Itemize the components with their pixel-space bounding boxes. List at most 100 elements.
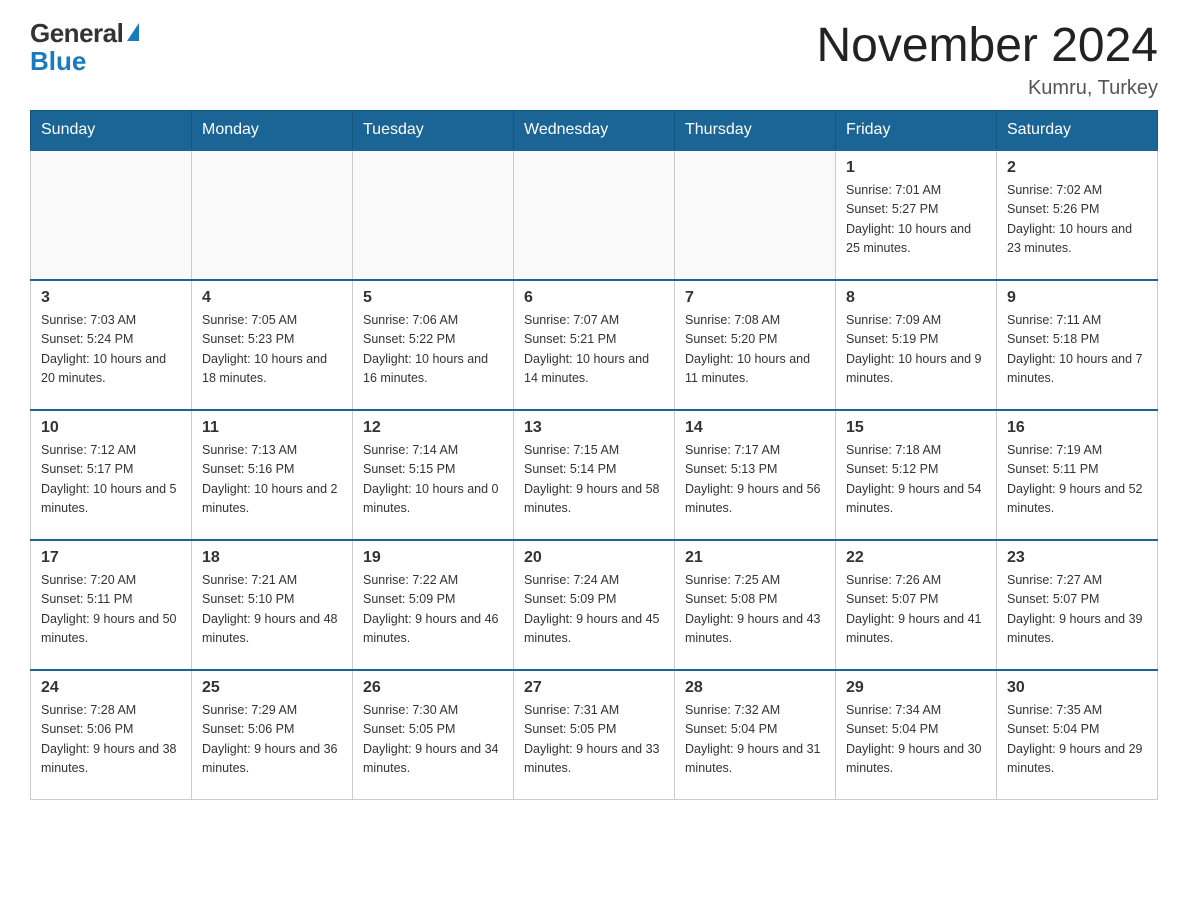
day-number: 23 [1007,549,1147,567]
day-number: 7 [685,289,825,307]
day-info: Sunrise: 7:26 AM Sunset: 5:07 PM Dayligh… [846,571,986,649]
day-number: 3 [41,289,181,307]
calendar-cell: 24Sunrise: 7:28 AM Sunset: 5:06 PM Dayli… [31,670,192,800]
calendar-cell: 27 Sunrise: 7:31 AM Sunset: 5:05 PM Dayli… [514,670,675,800]
day-number: 22 [846,549,986,567]
calendar-cell [353,150,514,280]
page-header: General Blue November 2024 Kumru, Turkey [30,20,1158,100]
calendar-cell: 26 Sunrise: 7:30 AM Sunset: 5:05 PM Dayli… [353,670,514,800]
day-number: 28 [685,679,825,697]
calendar-cell: 19Sunrise: 7:22 AM Sunset: 5:09 PM Dayli… [353,540,514,670]
day-number: 30 [1007,679,1147,697]
day-number: 29 [846,679,986,697]
day-number: 12 [363,419,503,437]
calendar-cell [31,150,192,280]
day-info: Sunrise: 7:02 AM Sunset: 5:26 PM Dayligh… [1007,181,1147,259]
day-number: 14 [685,419,825,437]
day-info: Sunrise: 7:31 AM Sunset: 5:05 PM Dayligh… [524,701,664,779]
calendar-cell: 15 Sunrise: 7:18 AM Sunset: 5:12 PM Dayli… [836,410,997,540]
day-info: Sunrise: 7:35 AM Sunset: 5:04 PM Dayligh… [1007,701,1147,779]
day-info: Sunrise: 7:03 AM Sunset: 5:24 PM Dayligh… [41,311,181,389]
week-row-4: 17Sunrise: 7:20 AM Sunset: 5:11 PM Dayli… [31,540,1158,670]
calendar-cell: 1Sunrise: 7:01 AM Sunset: 5:27 PM Daylig… [836,150,997,280]
calendar-cell: 10 Sunrise: 7:12 AM Sunset: 5:17 PM Dayli… [31,410,192,540]
main-title: November 2024 [816,20,1158,73]
week-row-1: 1Sunrise: 7:01 AM Sunset: 5:27 PM Daylig… [31,150,1158,280]
calendar-table: SundayMondayTuesdayWednesdayThursdayFrid… [30,110,1158,801]
day-info: Sunrise: 7:14 AM Sunset: 5:15 PM Dayligh… [363,441,503,519]
week-row-3: 10 Sunrise: 7:12 AM Sunset: 5:17 PM Dayli… [31,410,1158,540]
day-info: Sunrise: 7:11 AM Sunset: 5:18 PM Dayligh… [1007,311,1147,389]
calendar-cell: 2 Sunrise: 7:02 AM Sunset: 5:26 PM Daylig… [997,150,1158,280]
day-number: 26 [363,679,503,697]
calendar-cell: 16 Sunrise: 7:19 AM Sunset: 5:11 PM Dayli… [997,410,1158,540]
day-info: Sunrise: 7:32 AM Sunset: 5:04 PM Dayligh… [685,701,825,779]
calendar-cell: 17Sunrise: 7:20 AM Sunset: 5:11 PM Dayli… [31,540,192,670]
calendar-cell: 12 Sunrise: 7:14 AM Sunset: 5:15 PM Dayli… [353,410,514,540]
calendar-cell: 3 Sunrise: 7:03 AM Sunset: 5:24 PM Daylig… [31,280,192,410]
calendar-cell: 23 Sunrise: 7:27 AM Sunset: 5:07 PM Dayli… [997,540,1158,670]
day-info: Sunrise: 7:19 AM Sunset: 5:11 PM Dayligh… [1007,441,1147,519]
day-number: 8 [846,289,986,307]
calendar-cell: 25 Sunrise: 7:29 AM Sunset: 5:06 PM Dayli… [192,670,353,800]
day-info: Sunrise: 7:12 AM Sunset: 5:17 PM Dayligh… [41,441,181,519]
day-number: 18 [202,549,342,567]
day-info: Sunrise: 7:27 AM Sunset: 5:07 PM Dayligh… [1007,571,1147,649]
day-info: Sunrise: 7:25 AM Sunset: 5:08 PM Dayligh… [685,571,825,649]
calendar-cell [675,150,836,280]
calendar-cell: 9 Sunrise: 7:11 AM Sunset: 5:18 PM Daylig… [997,280,1158,410]
day-info: Sunrise: 7:18 AM Sunset: 5:12 PM Dayligh… [846,441,986,519]
day-number: 13 [524,419,664,437]
calendar-cell: 11Sunrise: 7:13 AM Sunset: 5:16 PM Dayli… [192,410,353,540]
day-number: 1 [846,159,986,177]
day-number: 5 [363,289,503,307]
calendar-cell: 22 Sunrise: 7:26 AM Sunset: 5:07 PM Dayli… [836,540,997,670]
day-number: 9 [1007,289,1147,307]
day-info: Sunrise: 7:06 AM Sunset: 5:22 PM Dayligh… [363,311,503,389]
location-subtitle: Kumru, Turkey [816,77,1158,100]
weekday-header-friday: Friday [836,110,997,150]
calendar-cell [192,150,353,280]
week-row-2: 3 Sunrise: 7:03 AM Sunset: 5:24 PM Daylig… [31,280,1158,410]
day-number: 17 [41,549,181,567]
logo-blue-text: Blue [30,46,86,77]
calendar-cell: 29Sunrise: 7:34 AM Sunset: 5:04 PM Dayli… [836,670,997,800]
day-number: 19 [363,549,503,567]
weekday-header-tuesday: Tuesday [353,110,514,150]
day-info: Sunrise: 7:17 AM Sunset: 5:13 PM Dayligh… [685,441,825,519]
calendar-cell: 13 Sunrise: 7:15 AM Sunset: 5:14 PM Dayli… [514,410,675,540]
week-row-5: 24Sunrise: 7:28 AM Sunset: 5:06 PM Dayli… [31,670,1158,800]
day-number: 6 [524,289,664,307]
calendar-cell: 21Sunrise: 7:25 AM Sunset: 5:08 PM Dayli… [675,540,836,670]
day-info: Sunrise: 7:24 AM Sunset: 5:09 PM Dayligh… [524,571,664,649]
calendar-cell: 28 Sunrise: 7:32 AM Sunset: 5:04 PM Dayli… [675,670,836,800]
title-block: November 2024 Kumru, Turkey [816,20,1158,100]
day-info: Sunrise: 7:05 AM Sunset: 5:23 PM Dayligh… [202,311,342,389]
calendar-cell: 5 Sunrise: 7:06 AM Sunset: 5:22 PM Daylig… [353,280,514,410]
day-info: Sunrise: 7:21 AM Sunset: 5:10 PM Dayligh… [202,571,342,649]
weekday-header-thursday: Thursday [675,110,836,150]
calendar-cell [514,150,675,280]
day-info: Sunrise: 7:09 AM Sunset: 5:19 PM Dayligh… [846,311,986,389]
logo-triangle-icon [127,23,139,41]
day-info: Sunrise: 7:07 AM Sunset: 5:21 PM Dayligh… [524,311,664,389]
day-info: Sunrise: 7:13 AM Sunset: 5:16 PM Dayligh… [202,441,342,519]
day-number: 16 [1007,419,1147,437]
weekday-header-monday: Monday [192,110,353,150]
calendar-cell: 14 Sunrise: 7:17 AM Sunset: 5:13 PM Dayli… [675,410,836,540]
day-number: 27 [524,679,664,697]
weekday-header-sunday: Sunday [31,110,192,150]
logo: General Blue [30,20,139,77]
weekday-header-saturday: Saturday [997,110,1158,150]
day-number: 25 [202,679,342,697]
day-number: 10 [41,419,181,437]
day-info: Sunrise: 7:30 AM Sunset: 5:05 PM Dayligh… [363,701,503,779]
logo-general-text: General [30,20,123,46]
calendar-cell: 7Sunrise: 7:08 AM Sunset: 5:20 PM Daylig… [675,280,836,410]
day-number: 2 [1007,159,1147,177]
day-number: 20 [524,549,664,567]
weekday-header-row: SundayMondayTuesdayWednesdayThursdayFrid… [31,110,1158,150]
day-info: Sunrise: 7:15 AM Sunset: 5:14 PM Dayligh… [524,441,664,519]
day-number: 15 [846,419,986,437]
day-info: Sunrise: 7:29 AM Sunset: 5:06 PM Dayligh… [202,701,342,779]
